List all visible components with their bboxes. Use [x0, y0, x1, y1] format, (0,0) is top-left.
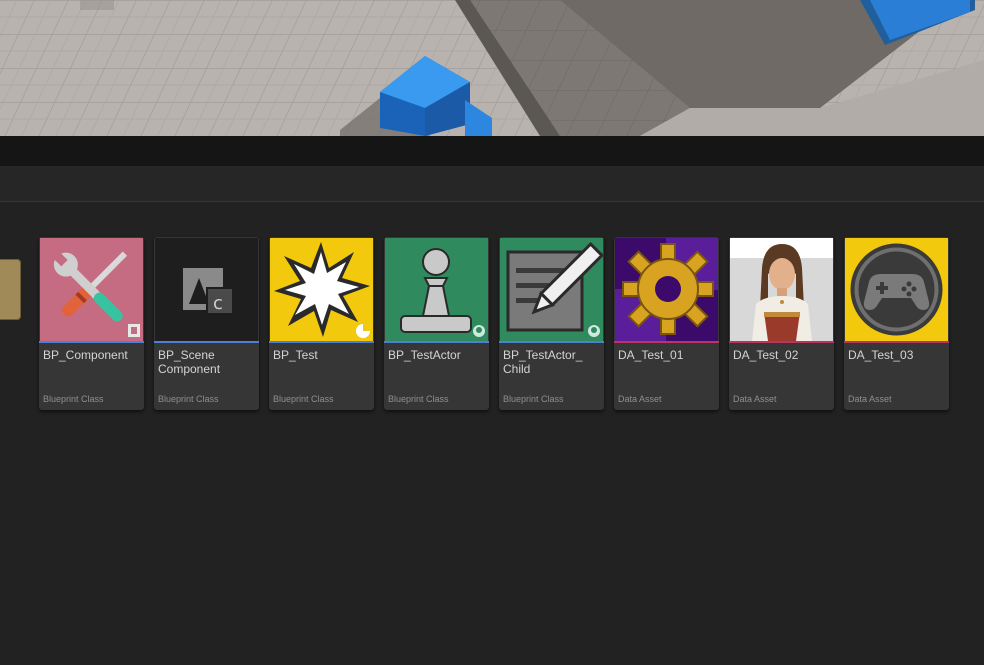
asset-name: DA_Test_02	[733, 348, 799, 362]
asset-type-color-bar	[614, 341, 719, 343]
asset-tile-da-test-01[interactable]: DA_Test_01 Data Asset	[614, 237, 719, 410]
asset-type: Data Asset	[848, 394, 892, 404]
asset-name: BP_Test	[273, 348, 318, 362]
asset-name: BP_TestActor	[388, 348, 461, 362]
asset-tile-da-test-02[interactable]: DA_Test_02 Data Asset	[729, 237, 834, 410]
scene-component-icon: c	[155, 238, 258, 341]
gamepad-icon	[845, 238, 948, 341]
burst-icon	[270, 238, 373, 341]
asset-type: Blueprint Class	[158, 394, 219, 404]
asset-tile-bp-test[interactable]: BP_Test Blueprint Class	[269, 237, 374, 410]
tools-icon	[40, 238, 143, 341]
asset-tile-bp-scene-component[interactable]: c BP_Scene Component Blueprint Class	[154, 237, 259, 410]
asset-type-color-bar	[384, 341, 489, 343]
asset-type-color-bar	[499, 341, 604, 343]
content-browser-toolbar	[0, 166, 984, 202]
asset-name: DA_Test_01	[618, 348, 684, 362]
asset-type: Data Asset	[733, 394, 777, 404]
folder-item[interactable]	[0, 259, 21, 320]
asset-tile-bp-testactor-child[interactable]: BP_TestActor_ Child Blueprint Class	[499, 237, 604, 410]
asset-type-color-bar	[844, 341, 949, 343]
asset-type: Blueprint Class	[43, 394, 104, 404]
character-portrait	[730, 238, 833, 341]
pawn-icon	[385, 238, 488, 341]
asset-type-color-bar	[154, 341, 259, 343]
asset-name: BP_TestActor_ Child	[503, 348, 583, 376]
asset-tile-bp-component[interactable]: BP_Component Blueprint Class	[39, 237, 144, 410]
svg-text:c: c	[213, 293, 223, 314]
gear-icon	[615, 238, 718, 341]
asset-type: Blueprint Class	[273, 394, 334, 404]
asset-type: Blueprint Class	[388, 394, 449, 404]
asset-name: BP_Component	[43, 348, 128, 362]
asset-type-color-bar	[39, 341, 144, 343]
asset-name: DA_Test_03	[848, 348, 914, 362]
notepad-pencil-icon	[500, 238, 603, 341]
asset-type: Data Asset	[618, 394, 662, 404]
asset-name: BP_Scene Component	[158, 348, 221, 376]
asset-type-color-bar	[729, 341, 834, 343]
asset-type-color-bar	[269, 341, 374, 343]
asset-type: Blueprint Class	[503, 394, 564, 404]
viewport-bottom-bar	[0, 136, 984, 166]
viewport-scene	[0, 0, 984, 136]
level-viewport[interactable]	[0, 0, 984, 136]
asset-tile-bp-testactor[interactable]: BP_TestActor Blueprint Class	[384, 237, 489, 410]
asset-tile-da-test-03[interactable]: DA_Test_03 Data Asset	[844, 237, 949, 410]
